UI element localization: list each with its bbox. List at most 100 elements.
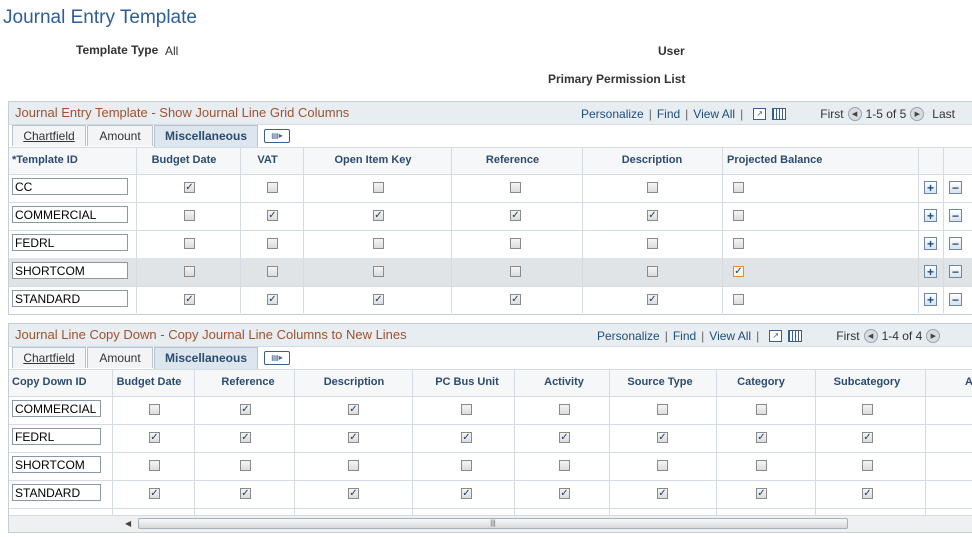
projected-balance-checkbox[interactable] (733, 182, 744, 193)
plus-icon[interactable]: + (924, 293, 937, 306)
grid-download-icon[interactable] (772, 108, 787, 120)
copy-down-id-field[interactable]: STANDARD (12, 484, 101, 501)
reference-checkbox[interactable]: ✓ (510, 210, 521, 221)
description-checkbox[interactable]: ✓ (647, 210, 658, 221)
activity-checkbox[interactable]: ✓ (559, 432, 570, 443)
find-link[interactable]: Find (673, 329, 696, 343)
budget-date-checkbox[interactable] (184, 238, 195, 249)
template-id-field[interactable]: FEDRL (12, 234, 128, 251)
template-id-field[interactable]: COMMERCIAL (12, 206, 128, 223)
subcategory-checkbox[interactable]: ✓ (862, 488, 873, 499)
open-item-key-checkbox[interactable] (373, 266, 384, 277)
reference-checkbox[interactable] (510, 266, 521, 277)
plus-icon[interactable]: + (924, 209, 937, 222)
zoom-icon[interactable]: ↗ (769, 330, 783, 342)
category-checkbox[interactable]: ✓ (756, 488, 767, 499)
description-checkbox[interactable] (647, 238, 658, 249)
budget-date-checkbox[interactable] (184, 266, 195, 277)
vat-checkbox[interactable] (267, 182, 278, 193)
col-pc-bus-unit[interactable]: PC Bus Unit (412, 376, 522, 388)
reference-checkbox[interactable]: ✓ (240, 432, 251, 443)
category-checkbox[interactable] (756, 404, 767, 415)
budget-date-checkbox[interactable] (149, 460, 160, 471)
next-icon[interactable]: ▶ (910, 107, 925, 121)
open-item-key-checkbox[interactable]: ✓ (373, 210, 384, 221)
open-item-key-checkbox[interactable] (373, 238, 384, 249)
col-budget-date[interactable]: Budget Date (112, 376, 186, 388)
col-vat[interactable]: VAT (240, 154, 295, 166)
budget-date-checkbox[interactable] (149, 404, 160, 415)
minus-icon[interactable]: − (949, 237, 962, 250)
col-description[interactable]: Description (582, 154, 722, 166)
first-label[interactable]: First (820, 107, 843, 121)
next-icon[interactable]: ▶ (926, 329, 941, 343)
plus-icon[interactable]: + (924, 265, 937, 278)
activity-checkbox[interactable]: ✓ (559, 488, 570, 499)
reference-checkbox[interactable]: ✓ (510, 294, 521, 305)
show-all-columns-icon[interactable]: ▤▸ (264, 129, 290, 143)
col-source-type[interactable]: Source Type (609, 376, 711, 388)
col-reference[interactable]: Reference (451, 154, 574, 166)
template-id-field[interactable]: CC (12, 178, 128, 195)
col-subcategory[interactable]: Subcategory (814, 376, 920, 388)
minus-icon[interactable]: − (949, 293, 962, 306)
col-description[interactable]: Description (294, 376, 414, 388)
col-reference[interactable]: Reference (194, 376, 302, 388)
vat-checkbox[interactable] (267, 266, 278, 277)
first-label[interactable]: First (836, 329, 859, 343)
show-all-columns-icon[interactable]: ▤▸ (264, 351, 290, 365)
col-projected-balance[interactable]: Projected Balance (727, 154, 822, 166)
pc-bus-unit-checkbox[interactable]: ✓ (461, 488, 472, 499)
activity-checkbox[interactable] (559, 404, 570, 415)
minus-icon[interactable]: − (949, 265, 962, 278)
last-label[interactable]: Last (932, 107, 955, 121)
source-type-checkbox[interactable] (657, 460, 668, 471)
pc-bus-unit-checkbox[interactable] (461, 404, 472, 415)
previous-icon[interactable]: ◀ (847, 107, 862, 121)
vat-checkbox[interactable] (267, 238, 278, 249)
col-activity[interactable]: Activity (514, 376, 614, 388)
projected-balance-checkbox[interactable] (733, 210, 744, 221)
template-id-field[interactable]: SHORTCOM (12, 262, 128, 279)
col-copy-down-id[interactable]: Copy Down ID (12, 376, 87, 388)
subcategory-checkbox[interactable] (862, 460, 873, 471)
projected-balance-checkbox[interactable]: ✓ (733, 266, 744, 277)
projected-balance-checkbox[interactable] (733, 294, 744, 305)
tab-miscellaneous[interactable]: Miscellaneous (154, 125, 258, 147)
zoom-icon[interactable]: ↗ (753, 108, 767, 120)
tab-amount[interactable]: Amount (87, 125, 153, 146)
view-all-link[interactable]: View All (709, 329, 751, 343)
col-category[interactable]: Category (714, 376, 808, 388)
budget-date-checkbox[interactable] (184, 210, 195, 221)
reference-checkbox[interactable] (510, 182, 521, 193)
description-checkbox[interactable] (647, 182, 658, 193)
vat-checkbox[interactable]: ✓ (267, 210, 278, 221)
scrollbar-thumb[interactable]: ||| (138, 518, 848, 529)
pc-bus-unit-checkbox[interactable]: ✓ (461, 432, 472, 443)
category-checkbox[interactable]: ✓ (756, 432, 767, 443)
description-checkbox[interactable] (348, 460, 359, 471)
minus-icon[interactable]: − (949, 209, 962, 222)
budget-date-checkbox[interactable]: ✓ (184, 294, 195, 305)
budget-date-checkbox[interactable]: ✓ (149, 432, 160, 443)
description-checkbox[interactable]: ✓ (647, 294, 658, 305)
source-type-checkbox[interactable]: ✓ (657, 432, 668, 443)
copy-down-id-field[interactable]: FEDRL (12, 428, 101, 445)
tab-chartfield[interactable]: Chartfield (12, 125, 86, 146)
activity-checkbox[interactable] (559, 460, 570, 471)
col-open-item-key[interactable]: Open Item Key (303, 154, 443, 166)
col-template-id[interactable]: *Template ID (12, 154, 78, 166)
reference-checkbox[interactable] (510, 238, 521, 249)
previous-icon[interactable]: ◀ (863, 329, 878, 343)
col-budget-date[interactable]: Budget Date (136, 154, 232, 166)
col-a-truncated[interactable]: A (965, 376, 972, 388)
personalize-link[interactable]: Personalize (581, 107, 644, 121)
pc-bus-unit-checkbox[interactable] (461, 460, 472, 471)
description-checkbox[interactable]: ✓ (348, 432, 359, 443)
find-link[interactable]: Find (657, 107, 680, 121)
template-id-field[interactable]: STANDARD (12, 290, 128, 307)
source-type-checkbox[interactable] (657, 404, 668, 415)
budget-date-checkbox[interactable]: ✓ (184, 182, 195, 193)
plus-icon[interactable]: + (924, 181, 937, 194)
copy-down-id-field[interactable]: SHORTCOM (12, 456, 101, 473)
